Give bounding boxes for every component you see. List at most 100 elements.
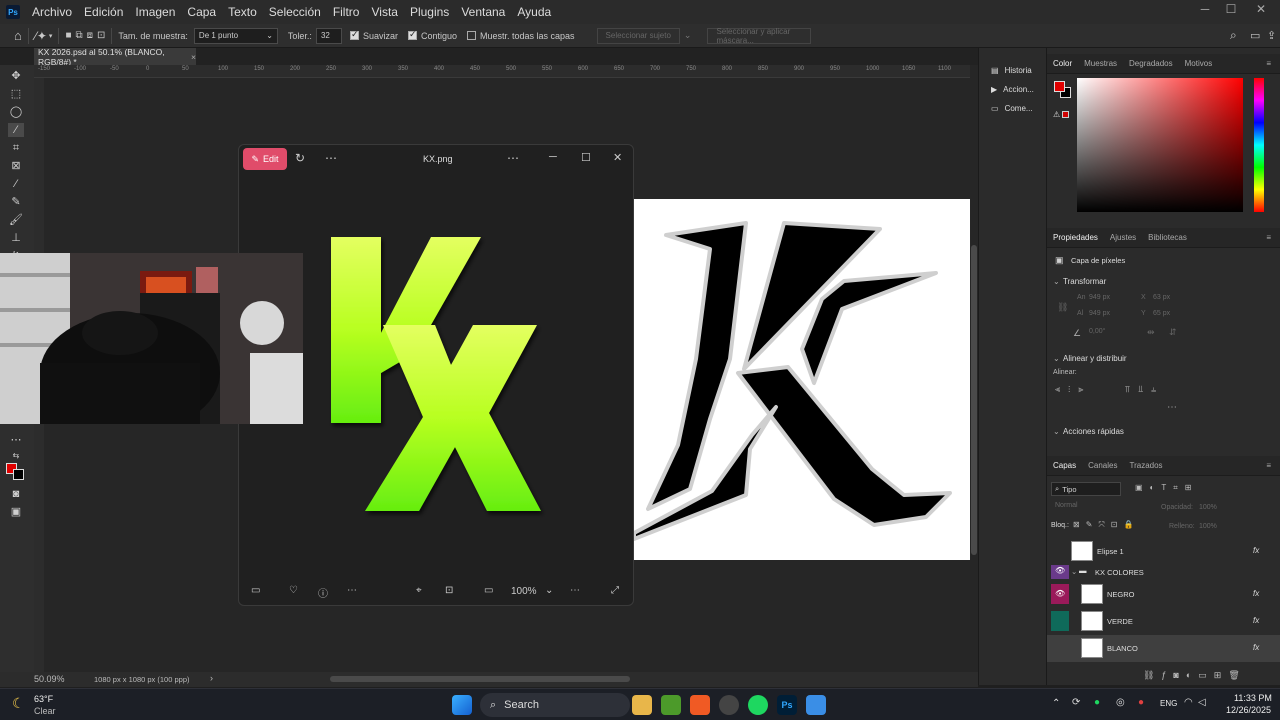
screen-mode-icon[interactable]: ▣ [8, 505, 24, 519]
menu-ventana[interactable]: Ventana [455, 5, 511, 19]
chevron-down-icon[interactable]: ⌄ [1053, 277, 1060, 286]
more-options-icon[interactable]: ⋯ [507, 151, 519, 165]
maximize-icon[interactable]: ☐ [581, 151, 591, 164]
flip-vertical-icon[interactable]: ⇵ [1169, 327, 1177, 338]
zoom-value[interactable]: 100% [511, 586, 537, 597]
menu-vista[interactable]: Vista [365, 5, 403, 19]
chevron-down-icon[interactable]: ⌄ [1053, 354, 1060, 363]
clock-time[interactable]: 11:33 PM [1234, 693, 1272, 703]
fx-icon[interactable]: fx [1253, 616, 1259, 625]
fill-value[interactable]: 100% [1199, 523, 1217, 530]
comments-panel-button[interactable]: ▭ Come... [991, 104, 1033, 113]
foreground-color-swatch[interactable] [1054, 81, 1065, 92]
flip-horizontal-icon[interactable]: ⇹ [1147, 327, 1155, 338]
actions-panel-button[interactable]: ▶ Accion... [991, 85, 1034, 94]
opacity-value[interactable]: 100% [1199, 504, 1217, 511]
close-icon[interactable]: ✕ [1246, 2, 1276, 16]
tab-bibliotecas[interactable]: Bibliotecas [1142, 233, 1193, 242]
horizontal-scrollbar[interactable] [330, 676, 630, 682]
add-selection-icon[interactable]: ⧉ [75, 30, 82, 41]
fx-icon[interactable]: fx [1253, 589, 1259, 598]
layer-row[interactable]: BLANCO fx [1047, 635, 1280, 662]
language-indicator[interactable]: ENG [1160, 699, 1177, 708]
hue-slider[interactable] [1254, 78, 1264, 212]
history-panel-button[interactable]: ▤ Historia [991, 66, 1032, 75]
favorite-icon[interactable]: ♡ [289, 585, 298, 596]
y-value[interactable]: 65 px [1153, 310, 1170, 317]
tab-degradados[interactable]: Degradados [1123, 59, 1179, 68]
workspace-icon[interactable]: ▭ [1250, 29, 1260, 42]
layer-row[interactable]: Elipse 1 fx [1047, 538, 1280, 565]
brave-icon[interactable] [690, 695, 710, 715]
tab-muestras[interactable]: Muestras [1078, 59, 1123, 68]
spotify-tray-icon[interactable]: ● [1094, 697, 1100, 708]
fit-icon[interactable]: ▭ [484, 585, 493, 596]
discord-tray-icon[interactable]: ◎ [1116, 697, 1125, 708]
swap-colors-icon[interactable]: ⇆ [8, 449, 24, 463]
x-value[interactable]: 63 px [1153, 294, 1170, 301]
eye-icon[interactable]: 👁 [1051, 584, 1069, 604]
document-tab[interactable]: KX 2026.psd al 50.1% (BLANCO, RGB/8#) * … [34, 47, 196, 67]
subtract-selection-icon[interactable]: ⧈ [87, 30, 93, 41]
minimize-icon[interactable]: ─ [549, 151, 557, 163]
taskbar-search[interactable]: ⌕ Search [480, 693, 630, 717]
healing-tool-icon[interactable]: ✎ [8, 195, 24, 209]
frame-tool-icon[interactable]: ⊠ [8, 159, 24, 173]
tab-propiedades[interactable]: Propiedades [1047, 233, 1104, 242]
lock-buttons-group[interactable]: ⊠✎⤧⊡🔒 [1073, 520, 1139, 530]
background-color-swatch[interactable] [13, 469, 24, 480]
select-subject-button[interactable]: Seleccionar sujeto [596, 27, 680, 44]
windows-start-icon[interactable] [452, 695, 472, 715]
menu-texto[interactable]: Texto [222, 5, 263, 19]
chevron-down-icon[interactable]: ⌄ [1053, 427, 1060, 436]
document-canvas[interactable] [632, 199, 970, 560]
share-icon[interactable]: ⇪ [1267, 29, 1276, 42]
tolerance-input[interactable]: 32 [315, 27, 342, 44]
tab-capas[interactable]: Capas [1047, 461, 1082, 470]
smooth-checkbox[interactable]: Suavizar [349, 29, 398, 41]
align-vertical-buttons-group[interactable]: ⫪⫫⫨ [1125, 384, 1164, 395]
eyedropper-tool-icon[interactable]: ⁄ [8, 177, 24, 191]
chevron-down-icon[interactable]: ⌄ [684, 30, 692, 41]
crop-tool-icon[interactable]: ⌗ [8, 141, 24, 155]
tab-motivos[interactable]: Motivos [1179, 59, 1219, 68]
layer-actions-group[interactable]: ⛓ƒ◙◐▭⊞🗑 [1143, 670, 1247, 681]
layer-filter-icons[interactable]: ▣◐T⌗⊞ [1135, 483, 1199, 493]
menu-capa[interactable]: Capa [181, 5, 222, 19]
more-tools-icon[interactable]: ⋯ [8, 433, 24, 447]
file-explorer-icon[interactable] [632, 695, 652, 715]
chevron-down-icon[interactable]: ⌄ [545, 585, 553, 596]
layer-row[interactable]: 👁 NEGRO fx [1047, 581, 1280, 608]
color-picker-field[interactable] [1077, 78, 1243, 212]
more-options-icon[interactable]: ⋯ [325, 151, 337, 165]
tab-trazados[interactable]: Trazados [1123, 461, 1168, 470]
brush-tool-icon[interactable]: 🖌 [8, 213, 24, 227]
align-buttons-group[interactable]: ⫷⫶⫸ [1055, 384, 1091, 395]
eye-icon[interactable]: 👁 [1051, 565, 1069, 579]
all-layers-checkbox[interactable]: Muestr. todas las capas [466, 31, 575, 41]
menu-seleccion[interactable]: Selección [263, 5, 327, 19]
menu-edicion[interactable]: Edición [78, 5, 129, 19]
fx-icon[interactable]: fx [1253, 643, 1259, 652]
contiguous-checkbox[interactable]: Contiguo [407, 29, 457, 41]
scan-text-icon[interactable]: ⊡ [445, 585, 453, 596]
vertical-scrollbar[interactable] [970, 65, 978, 672]
photos-icon[interactable] [806, 695, 826, 715]
visual-search-icon[interactable]: ⌖ [416, 585, 422, 596]
visibility-toggle[interactable] [1051, 638, 1069, 658]
filmstrip-icon[interactable]: ▭ [251, 585, 260, 596]
link-icon[interactable]: ⛓ [1057, 302, 1068, 313]
fullscreen-icon[interactable]: ⤢ [611, 585, 619, 596]
zoom-level[interactable]: 50.09% [34, 674, 65, 684]
photoshop-icon[interactable]: Ps [777, 695, 797, 715]
rotate-icon[interactable]: ↻ [295, 151, 305, 165]
search-icon[interactable]: ⌕ [1230, 28, 1237, 43]
layer-row[interactable]: VERDE fx [1047, 608, 1280, 635]
lasso-tool-icon[interactable]: ◯ [8, 105, 24, 119]
close-icon[interactable]: ✕ [613, 151, 622, 164]
minecraft-icon[interactable] [661, 695, 681, 715]
menu-archivo[interactable]: Archivo [26, 5, 78, 19]
select-mask-button[interactable]: Seleccionar y aplicar máscara... [707, 27, 812, 45]
chevron-up-icon[interactable]: ⌃ [1052, 698, 1060, 709]
menu-ayuda[interactable]: Ayuda [511, 5, 557, 19]
